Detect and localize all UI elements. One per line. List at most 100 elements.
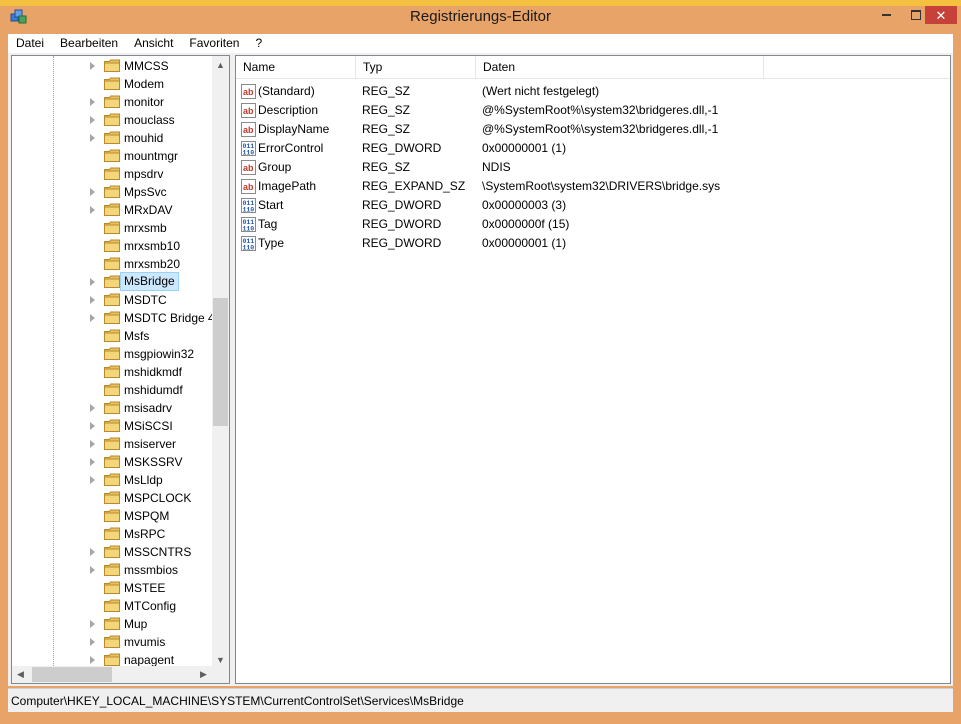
tree-item[interactable]: MSKSSRV [12,453,212,471]
expand-arrow-icon[interactable] [90,116,95,124]
value-type: REG_SZ [362,160,411,174]
value-row[interactable]: ab DisplayName REG_SZ @%SystemRoot%\system3… [236,120,950,139]
tree-item[interactable]: mrxsmb [12,219,212,237]
tree-item[interactable]: mouclass [12,111,212,129]
expand-arrow-icon[interactable] [90,188,95,196]
minimize-button[interactable] [872,6,900,24]
expand-arrow-icon[interactable] [90,422,95,430]
value-type: REG_DWORD [362,141,442,155]
menu-item[interactable]: Datei [8,34,52,53]
column-header-data[interactable]: Daten [476,56,764,78]
close-icon: ✕ [935,7,947,23]
column-header-name[interactable]: Name [236,56,356,78]
tree-item[interactable]: MpsSvc [12,183,212,201]
expand-arrow-icon[interactable] [90,476,95,484]
tree-item[interactable]: msisadrv [12,399,212,417]
expand-arrow-icon[interactable] [90,440,95,448]
expand-arrow-icon[interactable] [90,278,95,286]
tree-item[interactable]: MSTEE [12,579,212,597]
tree-item[interactable]: Mup [12,615,212,633]
value-type: REG_SZ [362,122,411,136]
tree-item[interactable]: msiserver [12,435,212,453]
tree-item[interactable]: mpsdrv [12,165,212,183]
expand-arrow-icon[interactable] [90,314,95,322]
tree-item-label: MSiSCSI [124,419,173,433]
tree-item[interactable]: MRxDAV [12,201,212,219]
expand-arrow-icon[interactable] [90,62,95,70]
scroll-up-icon[interactable]: ▲ [212,56,229,73]
menu-item[interactable]: Bearbeiten [52,34,126,53]
tree-item[interactable]: MSDTC [12,291,212,309]
expand-arrow-icon[interactable] [90,296,95,304]
tree-item[interactable]: MSiSCSI [12,417,212,435]
tree-item[interactable]: MSPQM [12,507,212,525]
tree-item[interactable]: MSPCLOCK [12,489,212,507]
expand-arrow-icon[interactable] [90,458,95,466]
expand-arrow-icon[interactable] [90,206,95,214]
scroll-right-icon[interactable]: ▶ [195,666,212,683]
tree-item-label: MSDTC [124,293,167,307]
value-row[interactable]: 011 110 ErrorControl REG_DWORD 0x00000001 (1… [236,139,950,158]
tree-item[interactable]: Modem [12,75,212,93]
tree-horizontal-scrollbar[interactable]: ◀ ▶ [12,666,212,683]
tree-item-label: Msfs [124,329,150,343]
tree-item[interactable]: mouhid [12,129,212,147]
close-button[interactable]: ✕ [925,6,957,24]
tree-vertical-scrollbar[interactable]: ▲ ▼ [212,56,229,668]
menu-item[interactable]: Ansicht [126,34,181,53]
expand-arrow-icon[interactable] [90,548,95,556]
tree-item[interactable]: Msfs [12,327,212,345]
tree-item[interactable]: monitor [12,93,212,111]
column-header-type[interactable]: Typ [356,56,476,78]
title-bar[interactable]: Registrierungs-Editor ✕ [0,0,961,34]
tree-item[interactable]: MMCSS [12,57,212,75]
svg-text:110: 110 [243,150,255,157]
tree-item[interactable]: MsBridge [12,272,212,291]
menu-item[interactable]: ? [247,34,270,53]
menu-item[interactable]: Favoriten [181,34,247,53]
tree-item-label: MRxDAV [124,203,173,217]
value-row[interactable]: 011 110 Type REG_DWORD 0x00000001 (1) [236,234,950,253]
tree-item[interactable]: MsLldp [12,471,212,489]
tree-item[interactable]: MsRPC [12,525,212,543]
value-row[interactable]: ab Group REG_SZ NDIS [236,158,950,177]
binary-value-icon: 011 110 [241,217,256,233]
expand-arrow-icon[interactable] [90,656,95,664]
tree-item[interactable]: MSSCNTRS [12,543,212,561]
expand-arrow-icon[interactable] [90,638,95,646]
expand-arrow-icon[interactable] [90,404,95,412]
value-type: REG_SZ [362,103,411,117]
value-type: REG_DWORD [362,198,442,212]
tree-item[interactable]: mrxsmb10 [12,237,212,255]
value-row[interactable]: ab Description REG_SZ @%SystemRoot%\system3… [236,101,950,120]
expand-arrow-icon[interactable] [90,620,95,628]
tree-item[interactable]: mountmgr [12,147,212,165]
folder-icon [104,383,120,396]
expand-arrow-icon[interactable] [90,134,95,142]
tree-item-label: mssmbios [124,563,179,577]
tree-item[interactable]: MTConfig [12,597,212,615]
tree-item[interactable]: MSDTC Bridge 4 [12,309,212,327]
folder-icon [104,149,120,162]
tree-item[interactable]: mrxsmb20 [12,255,212,273]
tree-item[interactable]: msgpiowin32 [12,345,212,363]
tree-horizontal-scroll-thumb[interactable] [32,667,112,682]
value-name: Description [258,103,319,117]
key-tree-panel[interactable]: MMCSS Modem monitor mouclass mouhid mountmgr m… [11,55,230,684]
value-name: ImagePath [258,179,317,193]
expand-arrow-icon[interactable] [90,566,95,574]
value-row[interactable]: 011 110 Tag REG_DWORD 0x0000000f (15) [236,215,950,234]
tree-item[interactable]: mshidumdf [12,381,212,399]
client-area: MMCSS Modem monitor mouclass mouhid mountmgr m… [8,53,953,686]
tree-item[interactable]: mvumis [12,633,212,651]
value-row[interactable]: 011 110 Start REG_DWORD 0x00000003 (3) [236,196,950,215]
tree-item[interactable]: mssmbios [12,561,212,579]
tree-vertical-scroll-thumb[interactable] [213,298,228,426]
window-title: Registrierungs-Editor [410,8,551,25]
expand-arrow-icon[interactable] [90,98,95,106]
value-row[interactable]: ab (Standard) REG_SZ (Wert nicht festgelegt… [236,82,950,101]
scroll-left-icon[interactable]: ◀ [12,666,29,683]
tree-item[interactable]: mshidkmdf [12,363,212,381]
value-row[interactable]: ab ImagePath REG_EXPAND_SZ \SystemRoot\syst… [236,177,950,196]
values-list-panel[interactable]: Name Typ Daten ab (Standard) REG_SZ (Wert n… [235,55,951,684]
